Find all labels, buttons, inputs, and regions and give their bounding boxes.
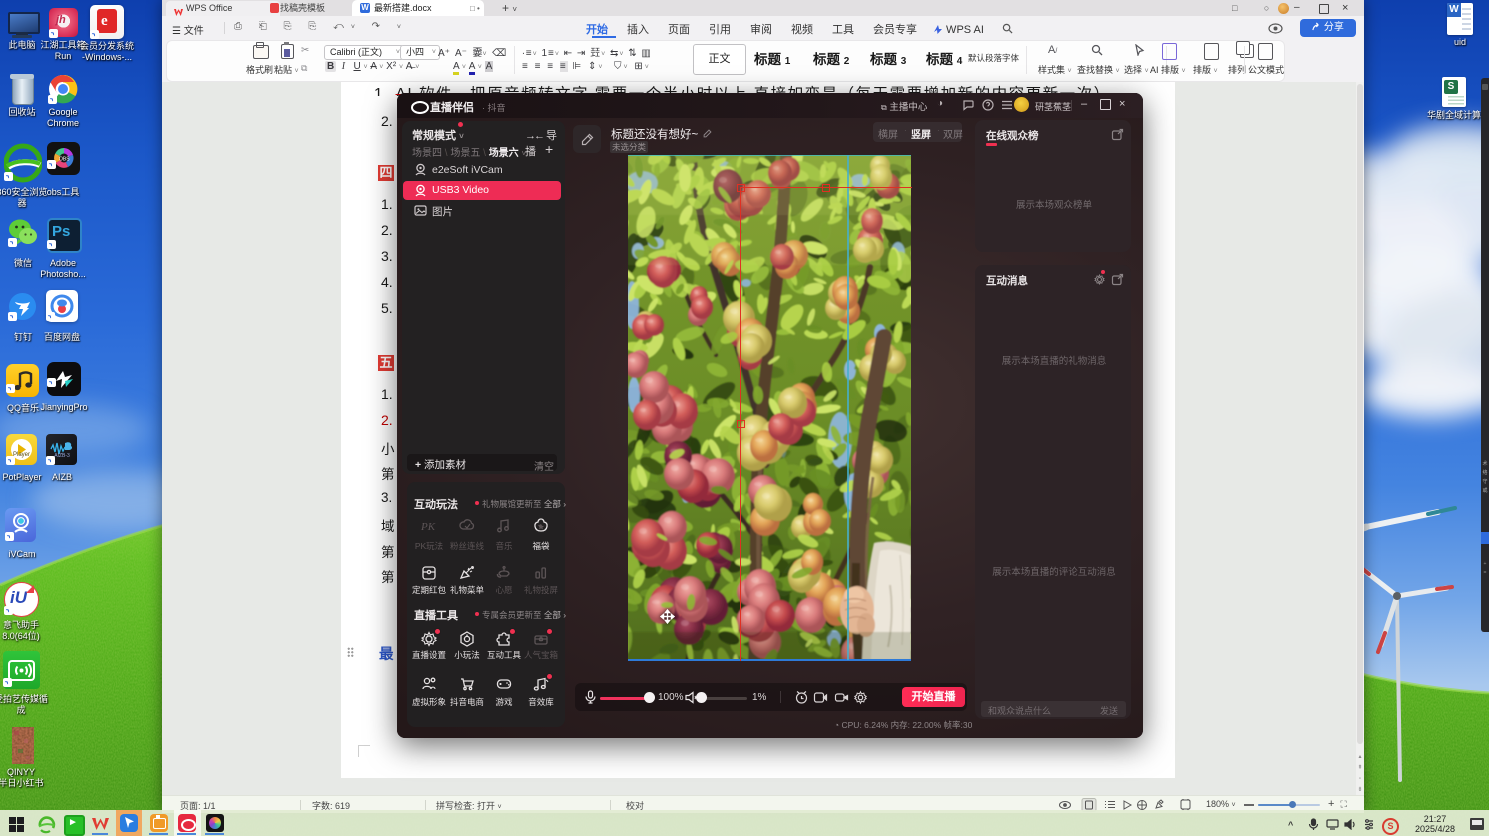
svg-text:OBS: OBS (59, 157, 70, 163)
svg-text:PK: PK (420, 521, 436, 533)
